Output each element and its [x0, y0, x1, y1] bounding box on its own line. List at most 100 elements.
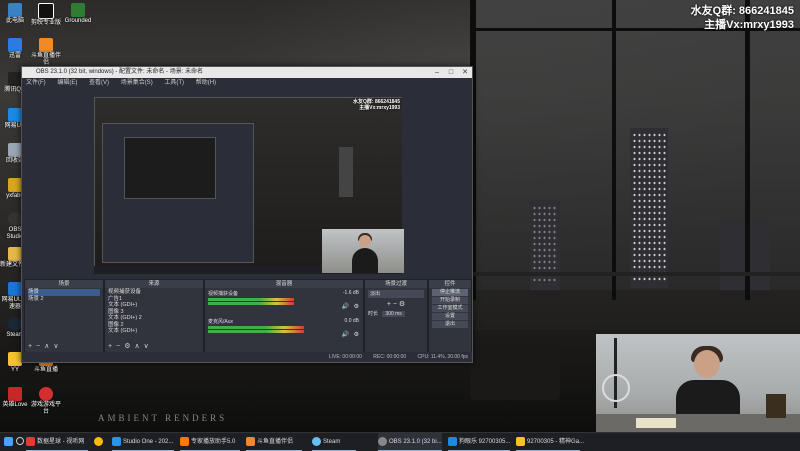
add-icon[interactable]: +: [108, 343, 116, 350]
scenes-dock-title: 场景: [25, 280, 103, 288]
desktop-icon-game-platform[interactable]: 游戏游戏平台: [31, 387, 61, 416]
desktop-icon-game[interactable]: 英雄Love: [0, 387, 30, 409]
obs-window[interactable]: OBS 23.1.0 (32 bit, windows) - 配置文件: 未命名…: [21, 66, 473, 363]
taskbar-item-chrome[interactable]: [94, 433, 105, 451]
desktop-icon-computer[interactable]: 此电脑: [0, 3, 30, 25]
add-icon[interactable]: +: [28, 343, 36, 350]
search-icon: [16, 437, 24, 446]
level-meter: [208, 330, 304, 333]
down-icon[interactable]: ∨: [144, 343, 153, 350]
wechat-text: 主播Vx:mrxy1993: [704, 19, 794, 31]
gear-icon[interactable]: ⚙: [399, 301, 405, 308]
chat-icon: [448, 436, 457, 446]
windows-start-icon: [4, 436, 13, 446]
start-button[interactable]: [4, 433, 15, 451]
menu-tools[interactable]: 工具(T): [164, 80, 184, 86]
transition-select[interactable]: 淡出: [368, 290, 424, 298]
folder-icon: [8, 247, 22, 261]
channel-db: -1.6 dB: [342, 290, 359, 296]
menu-file[interactable]: 文件(F): [26, 80, 46, 86]
remove-icon[interactable]: −: [393, 301, 397, 308]
menu-view[interactable]: 查看(V): [89, 80, 109, 86]
obs-status-bar: LIVE: 00:00:00 REC: 00:00:00 CPU: 11.4%,…: [22, 352, 472, 362]
studio-mode-button[interactable]: 工作室模式: [432, 305, 468, 312]
transition-toolbar: + − ⚙: [365, 300, 427, 308]
douyu-icon: [246, 436, 255, 446]
menu-edit[interactable]: 编辑(E): [57, 80, 77, 86]
webcam-overlay: [596, 334, 800, 432]
desktop-icon-thunder[interactable]: 迅雷: [0, 38, 30, 60]
window-frame: [470, 272, 800, 276]
gear-icon[interactable]: ⚙: [354, 331, 359, 338]
up-icon[interactable]: ∧: [134, 343, 143, 350]
gear-icon[interactable]: ⚙: [124, 343, 134, 350]
menu-scene-collection[interactable]: 场景集合(S): [121, 80, 153, 86]
watermark: AMBIENT RENDERS: [98, 413, 228, 423]
person-head: [359, 235, 371, 247]
stop-streaming-button[interactable]: 停止推流: [432, 289, 468, 296]
taskbar-item-browser[interactable]: 数据星球 - 视听网: [26, 433, 88, 451]
maximize-button[interactable]: □: [444, 67, 458, 78]
taskbar-item-douyu[interactable]: 斗鱼直播伴侣: [246, 433, 302, 451]
channel-name: 麦克风/Aux: [208, 319, 234, 325]
duration-label: 时长: [368, 311, 379, 317]
remove-icon[interactable]: −: [116, 343, 124, 350]
menu-help[interactable]: 帮助(H): [196, 80, 216, 86]
volume-icon[interactable]: 🔊: [342, 303, 349, 310]
window-frame: [745, 0, 750, 300]
settings-button[interactable]: 设置: [432, 313, 468, 320]
channel-name: 视频捕获设备: [208, 291, 239, 297]
stream-overlay-text: 水友Q群: 866241845 主播Vx:mrxy1993: [691, 4, 794, 32]
webcam-fan: [602, 374, 630, 402]
desktop-icon-grounded[interactable]: Grounded: [63, 3, 93, 25]
obs-title: OBS 23.1.0 (32 bit, windows) - 配置文件: 未命名…: [36, 69, 204, 75]
taskbar-item-chat-2[interactable]: 92700305 - 精神Ga...: [516, 433, 584, 451]
player-icon: [180, 436, 189, 446]
sources-toolbar: +−⚙∧∨: [108, 342, 153, 350]
gear-icon[interactable]: ⚙: [354, 303, 359, 310]
taskbar-item-chat-1[interactable]: 狗眼乐 92700305...: [448, 433, 510, 451]
uu-accelerator-icon: [8, 282, 22, 296]
scene-item[interactable]: 场景: [28, 289, 100, 296]
studio-one-icon: [112, 436, 121, 446]
source-item[interactable]: 文本 (GDI+): [108, 328, 200, 335]
desktop-icon-capcut[interactable]: 剪映专业版: [31, 3, 61, 27]
start-recording-button[interactable]: 开始录制: [432, 297, 468, 304]
game-icon: [8, 387, 22, 401]
cpu-fps: CPU: 11.4%, 30.00 fps: [417, 354, 469, 360]
scene-item[interactable]: 场景 2: [28, 296, 100, 303]
steam-icon: [8, 317, 22, 331]
uu-icon: [8, 108, 22, 122]
taskbar-item-obs[interactable]: OBS 23.1.0 (32 bi...: [378, 433, 442, 451]
preview-webcam-source[interactable]: [322, 229, 404, 273]
taskbar-item-player[interactable]: 专家播放助手5.0: [180, 433, 240, 451]
obs-menu-bar: 文件(F) 编辑(E) 查看(V) 场景集合(S) 工具(T) 帮助(H): [22, 78, 472, 88]
volume-icon[interactable]: 🔊: [342, 331, 349, 338]
close-button[interactable]: ✕: [458, 67, 472, 78]
preview-overlay-text: 水友Q群: 866241845 主播Vx:mrxy1993: [353, 99, 400, 111]
desktop: AMBIENT RENDERS 水友Q群: 866241845 主播Vx:mrx…: [0, 0, 800, 432]
scenes-toolbar: +−∧∨: [28, 342, 62, 350]
preview-nested-obs-inner: [124, 137, 216, 199]
desktop-icon-douyu[interactable]: 斗鱼直播伴侣: [31, 38, 61, 67]
exit-button[interactable]: 退出: [432, 321, 468, 328]
taskbar-item-steam[interactable]: Steam: [312, 433, 356, 451]
add-icon[interactable]: +: [387, 301, 391, 308]
chrome-icon: [94, 436, 103, 446]
remove-icon[interactable]: −: [36, 343, 44, 350]
window-frame: [612, 0, 616, 300]
file-icon: [8, 178, 22, 192]
taskbar-item-studio-one[interactable]: Studio One - 202...: [112, 433, 174, 451]
scenes-dock: 场景 场景 场景 2 +−∧∨: [24, 279, 104, 353]
up-icon[interactable]: ∧: [44, 343, 53, 350]
yy-icon: [8, 352, 22, 366]
taskbar-search[interactable]: [16, 433, 26, 451]
obs-docks: 场景 场景 场景 2 +−∧∨ 来源 视频捕获设备 广告1 文本 (GDI+) …: [22, 279, 472, 353]
level-meter: [208, 302, 294, 305]
obs-title-bar[interactable]: OBS 23.1.0 (32 bit, windows) - 配置文件: 未命名…: [22, 67, 472, 78]
duration-input[interactable]: 300 ms: [382, 311, 405, 317]
scenes-list: 场景 场景 2: [25, 288, 103, 304]
minimize-button[interactable]: –: [430, 67, 444, 78]
rec-time: REC: 00:00:00: [373, 354, 407, 360]
down-icon[interactable]: ∨: [53, 343, 62, 350]
